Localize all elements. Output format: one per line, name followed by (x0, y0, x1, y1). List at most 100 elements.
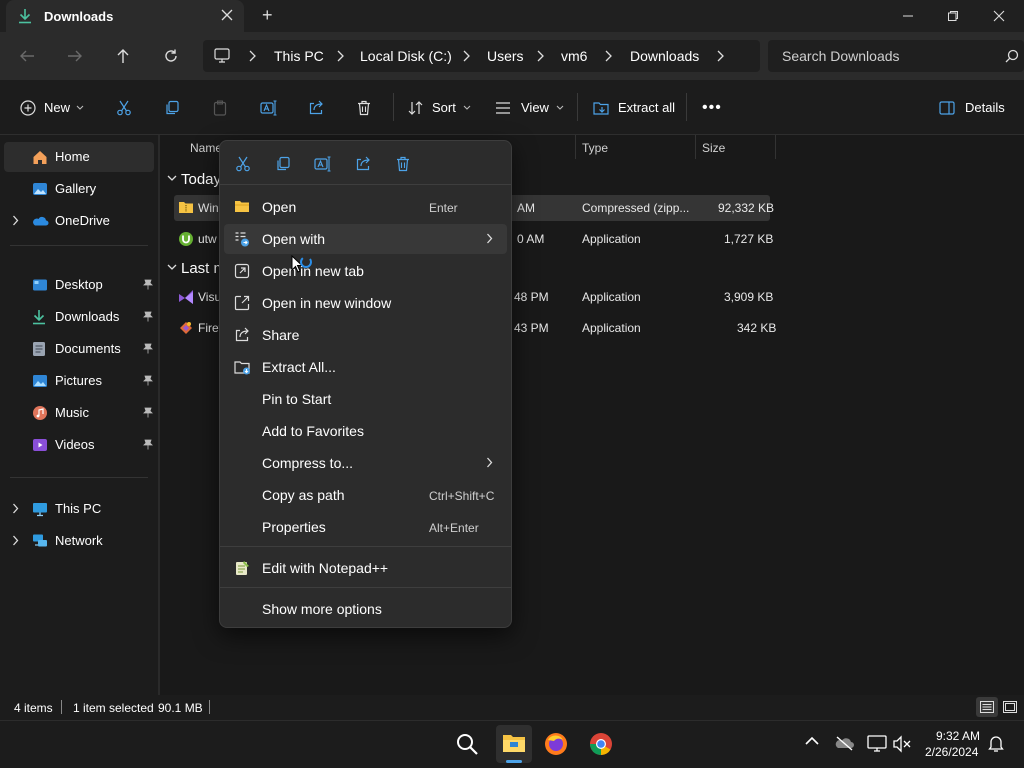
search-icon[interactable] (1005, 49, 1019, 63)
gallery-icon (32, 181, 48, 197)
window-tab[interactable]: Downloads (6, 0, 244, 32)
item-count: 4 items (14, 701, 53, 715)
chevron-down-icon[interactable] (167, 264, 177, 271)
menu-item-extract-all[interactable]: Extract All... (224, 352, 507, 382)
menu-item-show-more-options[interactable]: Show more options (224, 594, 507, 624)
extract-all-button[interactable]: Extract all (593, 80, 675, 135)
clock-time[interactable]: 9:32 AM (936, 729, 980, 743)
sidebar-item-this-pc[interactable]: This PC (4, 494, 154, 524)
sidebar-item-onedrive[interactable]: OneDrive (4, 206, 154, 236)
search-box[interactable]: Search Downloads (768, 40, 1024, 72)
breadcrumb-this-pc[interactable]: This PC (274, 48, 324, 64)
menu-item-share[interactable]: Share (224, 320, 507, 350)
sidebar-item-music[interactable]: Music (4, 398, 154, 428)
share-button[interactable] (308, 80, 324, 135)
pin-icon[interactable] (143, 439, 153, 450)
pin-icon[interactable] (143, 375, 153, 386)
context-cut-button[interactable] (227, 153, 259, 175)
context-rename-button[interactable] (307, 153, 339, 175)
taskbar-file-explorer[interactable] (496, 725, 532, 763)
address-bar[interactable]: This PC Local Disk (C:) Users vm6 Downlo… (203, 40, 760, 72)
pin-icon[interactable] (143, 279, 153, 290)
column-header-size[interactable]: Size (702, 141, 725, 155)
network-tray-button[interactable] (867, 735, 887, 753)
share-icon (308, 100, 324, 116)
sidebar-item-gallery[interactable]: Gallery (4, 174, 154, 204)
sidebar-item-home[interactable]: Home (4, 142, 154, 172)
chevron-right-icon[interactable] (12, 535, 19, 546)
copy-button[interactable] (164, 80, 180, 135)
sidebar-item-documents[interactable]: Documents (4, 334, 154, 364)
search-input[interactable]: Search Downloads (782, 48, 900, 64)
column-divider[interactable] (775, 135, 776, 159)
menu-item-copy-as-path[interactable]: Copy as path Ctrl+Shift+C (224, 480, 507, 510)
pin-icon[interactable] (143, 311, 153, 322)
menu-item-open-with[interactable]: Open with (224, 224, 507, 254)
chevron-right-icon[interactable] (12, 503, 19, 514)
show-hidden-icons-button[interactable] (805, 736, 819, 746)
delete-button[interactable] (356, 80, 372, 135)
group-header-today[interactable]: Today (181, 171, 221, 188)
maximize-button[interactable] (930, 0, 976, 32)
menu-item-pin-to-start[interactable]: Pin to Start (224, 384, 507, 414)
breadcrumb-local-disk[interactable]: Local Disk (C:) (360, 48, 452, 64)
pin-icon[interactable] (143, 343, 153, 354)
menu-item-open[interactable]: Open Enter (224, 192, 507, 222)
rename-button[interactable] (260, 80, 278, 135)
sidebar-item-videos[interactable]: Videos (4, 430, 154, 460)
close-tab-icon[interactable] (220, 8, 234, 22)
breadcrumb-vm6[interactable]: vm6 (561, 48, 587, 64)
cut-button[interactable] (116, 80, 132, 135)
up-button[interactable] (107, 40, 139, 72)
sidebar-item-pictures[interactable]: Pictures (4, 366, 154, 396)
menu-item-label: Pin to Start (262, 391, 332, 407)
column-header-name[interactable]: Name (190, 141, 222, 155)
details-view-button[interactable] (976, 697, 998, 717)
minimize-button[interactable] (885, 0, 931, 32)
chevron-down-icon (463, 105, 471, 111)
taskbar-search-button[interactable] (455, 732, 479, 756)
menu-item-open-in-new-tab[interactable]: Open in new tab (224, 256, 507, 286)
menu-item-label: Add to Favorites (262, 423, 364, 439)
more-options-button[interactable]: ••• (702, 80, 722, 135)
new-button[interactable]: New (20, 80, 84, 135)
back-button[interactable] (11, 40, 43, 72)
sidebar-item-downloads[interactable]: Downloads (4, 302, 154, 332)
new-tab-button[interactable]: + (262, 5, 273, 26)
chevron-down-icon[interactable] (167, 175, 177, 182)
notifications-button[interactable] (988, 735, 1004, 753)
details-button[interactable]: Details (939, 80, 1005, 135)
menu-item-properties[interactable]: Properties Alt+Enter (224, 512, 507, 542)
volume-tray-button[interactable] (893, 735, 911, 753)
refresh-button[interactable] (155, 40, 187, 72)
menu-item-add-to-favorites[interactable]: Add to Favorites (224, 416, 507, 446)
sort-button[interactable]: Sort (408, 80, 471, 135)
column-header-type[interactable]: Type (582, 141, 608, 155)
chevron-right-icon[interactable] (12, 215, 19, 226)
taskbar-firefox[interactable] (544, 732, 568, 756)
column-divider[interactable] (575, 135, 576, 159)
breadcrumb-downloads[interactable]: Downloads (630, 48, 699, 64)
context-share-button[interactable] (347, 153, 379, 175)
tab-title: Downloads (44, 9, 114, 24)
menu-item-open-in-new-window[interactable]: Open in new window (224, 288, 507, 318)
context-delete-button[interactable] (387, 153, 419, 175)
taskbar-chrome[interactable] (589, 732, 613, 756)
paste-button[interactable] (212, 80, 228, 135)
breadcrumb-users[interactable]: Users (487, 48, 524, 64)
column-divider[interactable] (695, 135, 696, 159)
tiles-view-button[interactable] (1000, 697, 1020, 717)
menu-item-edit-with-notepadpp[interactable]: Edit with Notepad++ (224, 553, 507, 583)
clock-date[interactable]: 2/26/2024 (925, 745, 978, 759)
sidebar-item-desktop[interactable]: Desktop (4, 270, 154, 300)
pin-icon[interactable] (143, 407, 153, 418)
close-window-button[interactable] (976, 0, 1022, 32)
menu-item-compress-to[interactable]: Compress to... (224, 448, 507, 478)
view-button[interactable]: View (495, 80, 564, 135)
sidebar-label: Videos (55, 437, 95, 452)
sidebar-item-network[interactable]: Network (4, 526, 154, 556)
onedrive-tray-button[interactable] (835, 735, 855, 751)
menu-item-label: Properties (262, 519, 326, 535)
forward-button[interactable] (59, 40, 91, 72)
context-copy-button[interactable] (267, 153, 299, 175)
